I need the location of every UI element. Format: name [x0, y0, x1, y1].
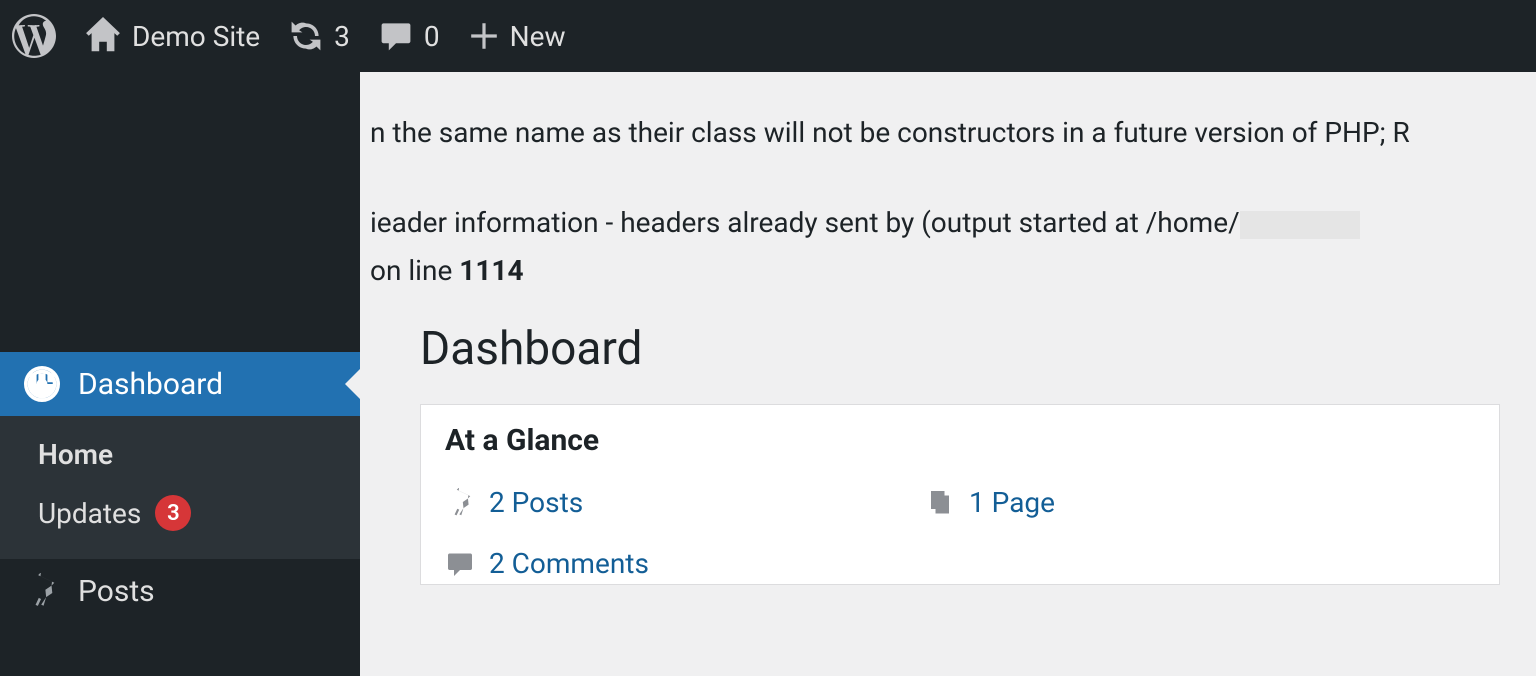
admin-bar: Demo Site 3 0 New [0, 0, 1536, 72]
page-icon [925, 488, 955, 518]
site-link[interactable]: Demo Site [84, 17, 260, 55]
sidebar-home-label: Home [38, 438, 113, 471]
sidebar-sub-updates[interactable]: Updates 3 [0, 483, 360, 543]
widget-body: 2 Posts 1 Page 2 Comments [421, 476, 1499, 584]
content-area: n the same name as their class will not … [360, 72, 1536, 676]
widget-title: At a Glance [421, 405, 1499, 476]
new-label: New [510, 20, 566, 53]
glance-posts: 2 Posts [445, 486, 745, 519]
comment-icon [378, 18, 414, 54]
comments-link[interactable]: 2 Comments [489, 547, 649, 580]
pages-link[interactable]: 1 Page [969, 486, 1055, 519]
at-a-glance-widget: At a Glance 2 Posts 1 Page 2 Comments [420, 404, 1500, 585]
comment-icon [445, 549, 475, 579]
sidebar-dashboard-submenu: Home Updates 3 [0, 416, 360, 559]
warning-line-3: on line 1114 [370, 250, 1536, 292]
sidebar-dashboard-label: Dashboard [78, 367, 223, 402]
refresh-icon [288, 18, 324, 54]
warning-line-1: n the same name as their class will not … [370, 112, 1536, 154]
updates-badge: 3 [155, 495, 191, 531]
sidebar-updates-label: Updates [38, 497, 141, 530]
admin-sidebar: Dashboard Home Updates 3 Posts [0, 72, 360, 676]
home-icon [84, 17, 122, 55]
dashboard-icon [24, 366, 60, 402]
sidebar-item-dashboard[interactable]: Dashboard [0, 352, 360, 416]
plus-icon [468, 20, 500, 52]
wordpress-logo-icon [12, 14, 56, 58]
sidebar-sub-home[interactable]: Home [0, 426, 360, 483]
page-title: Dashboard [420, 322, 1536, 376]
updates-count: 3 [334, 20, 350, 53]
redacted-path [1240, 211, 1360, 239]
comments-link[interactable]: 0 [378, 18, 440, 54]
wp-logo-menu[interactable] [12, 14, 56, 58]
new-content-link[interactable]: New [468, 20, 566, 53]
php-warning-block: n the same name as their class will not … [370, 112, 1536, 292]
site-name: Demo Site [132, 20, 260, 53]
posts-link[interactable]: 2 Posts [489, 486, 583, 519]
pin-icon [445, 488, 475, 518]
glance-pages: 1 Page [925, 486, 1225, 519]
glance-comments: 2 Comments [445, 547, 745, 580]
sidebar-item-posts[interactable]: Posts [0, 559, 360, 623]
warning-line-2: ieader information - headers already sen… [370, 202, 1536, 244]
pin-icon [24, 573, 60, 609]
comments-count: 0 [424, 20, 440, 53]
main-layout: Dashboard Home Updates 3 Posts n the sam… [0, 72, 1536, 676]
sidebar-posts-label: Posts [78, 574, 155, 609]
updates-link[interactable]: 3 [288, 18, 350, 54]
